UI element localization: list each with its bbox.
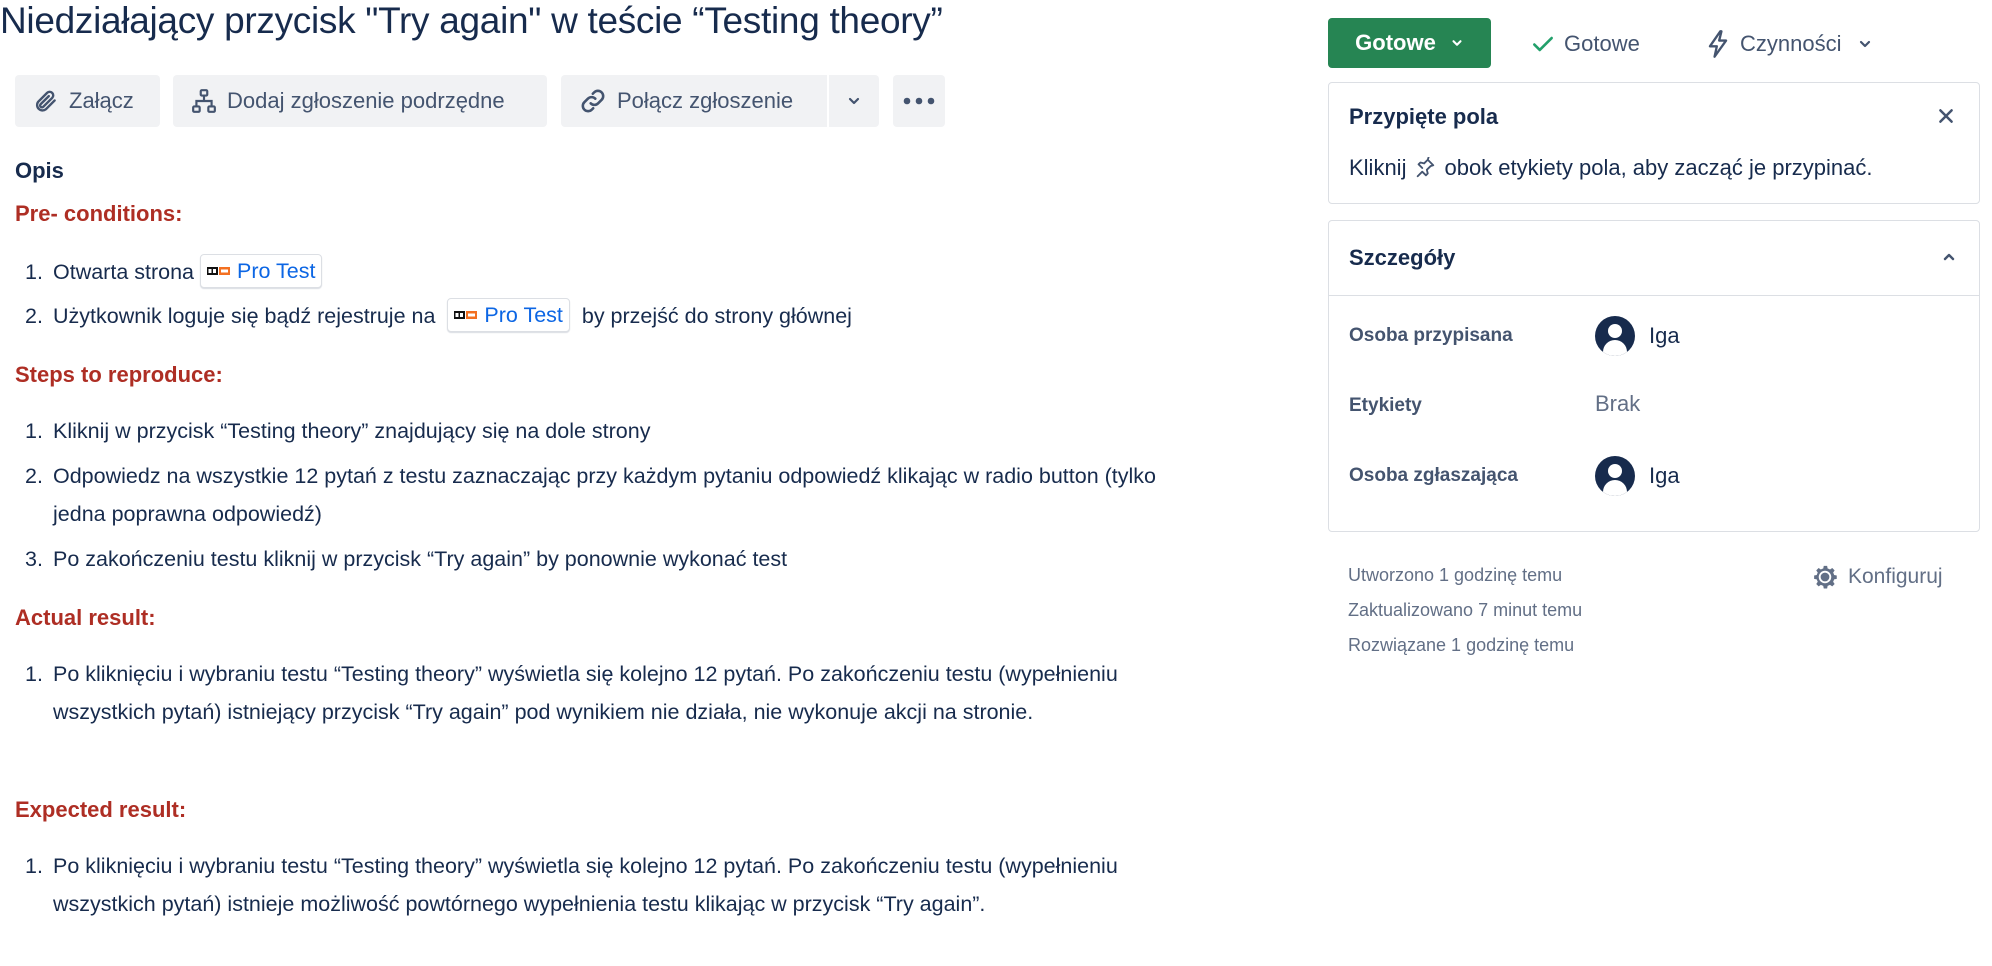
smart-link-pro-test[interactable]: Pro Test [199,254,323,289]
paperclip-icon [35,90,56,112]
assignee-field[interactable]: Iga [1595,316,1680,356]
details-panel: Szczegóły Osoba przypisana Iga Etykiety … [1328,220,1980,532]
link-issue-dropdown-button[interactable] [829,75,879,127]
steps-heading: Steps to reproduce: [15,362,223,387]
list-item: 1. Kliknij w przycisk “Testing theory” z… [25,412,1170,450]
link-icon [581,89,605,113]
link-issue-label: Połącz zgłoszenie [617,88,794,113]
attach-button[interactable]: Załącz [15,75,160,127]
reporter-field[interactable]: Iga [1595,456,1680,496]
list-number: 2. [25,464,43,488]
more-actions-button[interactable] [893,75,945,127]
issue-title[interactable]: Niedziałający przycisk "Try again" w teś… [0,0,1992,42]
list-item: 2. Odpowiedz na wszystkie 12 pytań z tes… [25,457,1170,533]
labels-field[interactable]: Brak [1595,391,1640,417]
lightning-icon [1708,30,1728,58]
list-text: Po kliknięciu i wybraniu testu “Testing … [53,662,1118,724]
description-heading: Opis [15,158,64,183]
details-title: Szczegóły [1349,245,1456,270]
list-number: 2. [25,304,43,328]
list-item: 1. Otwarta strona Pro Test [25,253,1170,291]
list-text: Po kliknięciu i wybraniu testu “Testing … [53,854,1118,916]
chevron-down-icon [848,97,860,105]
actions-button[interactable]: Czynności [1704,24,1873,64]
configure-button[interactable]: Konfiguruj [1810,562,1943,592]
pinned-fields-panel: Przypięte pola Kliknij obok etykiety pol… [1328,82,1980,204]
actions-label: Czynności [1740,31,1842,56]
add-child-label: Dodaj zgłoszenie podrzędne [227,88,505,113]
preconditions-heading: Pre- conditions: [15,201,183,226]
list-item: 1. Po kliknięciu i wybraniu testu “Testi… [25,655,1170,731]
pinned-fields-hint: Kliknij obok etykiety pola, aby zacząć j… [1349,155,1872,181]
smart-link-text: Pro Test [484,303,563,328]
list-number: 1. [25,662,43,686]
list-text: Po zakończeniu testu kliknij w przycisk … [53,547,788,571]
list-number: 1. [25,854,43,878]
avatar [1595,316,1635,356]
expected-result-heading: Expected result: [15,797,187,822]
more-icon [903,97,935,105]
status-button[interactable]: Gotowe [1328,18,1491,68]
close-icon [1939,109,1953,123]
updated-timestamp: Zaktualizowano 7 minut temu [1348,600,1583,620]
pinned-hint-before: Kliknij [1349,155,1407,180]
list-text: Użytkownik loguje się bądź rejestruje na [53,304,436,328]
close-pinned-button[interactable] [1933,103,1959,129]
link-issue-button[interactable]: Połącz zgłoszenie [561,75,827,127]
details-header[interactable]: Szczegóły [1329,221,1979,296]
list-item: 3. Po zakończeniu testu kliknij w przyci… [25,540,1170,578]
smart-link-text: Pro Test [236,259,316,284]
configure-label: Konfiguruj [1848,565,1943,588]
pin-icon [1417,157,1435,178]
list-number: 1. [25,419,43,443]
hierarchy-icon [192,89,216,113]
field-label-labels: Etykiety [1349,395,1422,416]
check-icon [1533,36,1553,52]
gear-icon [1814,565,1837,589]
chevron-down-icon [1860,40,1871,48]
pinned-fields-title: Przypięte pola [1349,104,1499,129]
resolved-timestamp: Rozwiązane 1 godzinę temu [1348,635,1575,655]
pro-test-favicon-icon [206,265,231,277]
avatar [1595,456,1635,496]
status-label: Gotowe [1355,30,1436,55]
list-text: Kliknij w przycisk “Testing theory” znaj… [53,419,651,443]
attach-label: Załącz [69,88,134,113]
actual-result-heading: Actual result: [15,605,156,630]
resolution-indicator: Gotowe [1530,24,1640,64]
reporter-name: Iga [1649,463,1680,488]
list-item: 1. Po kliknięciu i wybraniu testu “Testi… [25,847,1170,923]
labels-value: Brak [1595,391,1641,416]
chevron-down-icon [1452,40,1462,46]
field-label-assignee: Osoba przypisana [1349,325,1513,346]
chevron-up-icon [1943,253,1955,261]
pro-test-favicon-icon [454,309,478,321]
created-timestamp: Utworzono 1 godzinę temu [1348,565,1563,585]
list-text: Otwarta strona [53,260,194,284]
resolution-label: Gotowe [1564,31,1640,56]
add-child-issue-button[interactable]: Dodaj zgłoszenie podrzędne [173,75,547,127]
list-number: 1. [25,260,43,284]
smart-link-pro-test[interactable]: Pro Test [447,298,570,333]
pinned-hint-after: obok etykiety pola, aby zacząć je przypi… [1444,155,1873,180]
list-text: Odpowiedz na wszystkie 12 pytań z testu … [53,464,1157,526]
field-label-reporter: Osoba zgłaszająca [1349,465,1518,486]
assignee-name: Iga [1649,323,1680,348]
list-text: by przejść do strony głównej [581,304,852,328]
list-number: 3. [25,547,43,571]
list-item: 2. Użytkownik loguje się bądź rejestruje… [25,297,1170,335]
